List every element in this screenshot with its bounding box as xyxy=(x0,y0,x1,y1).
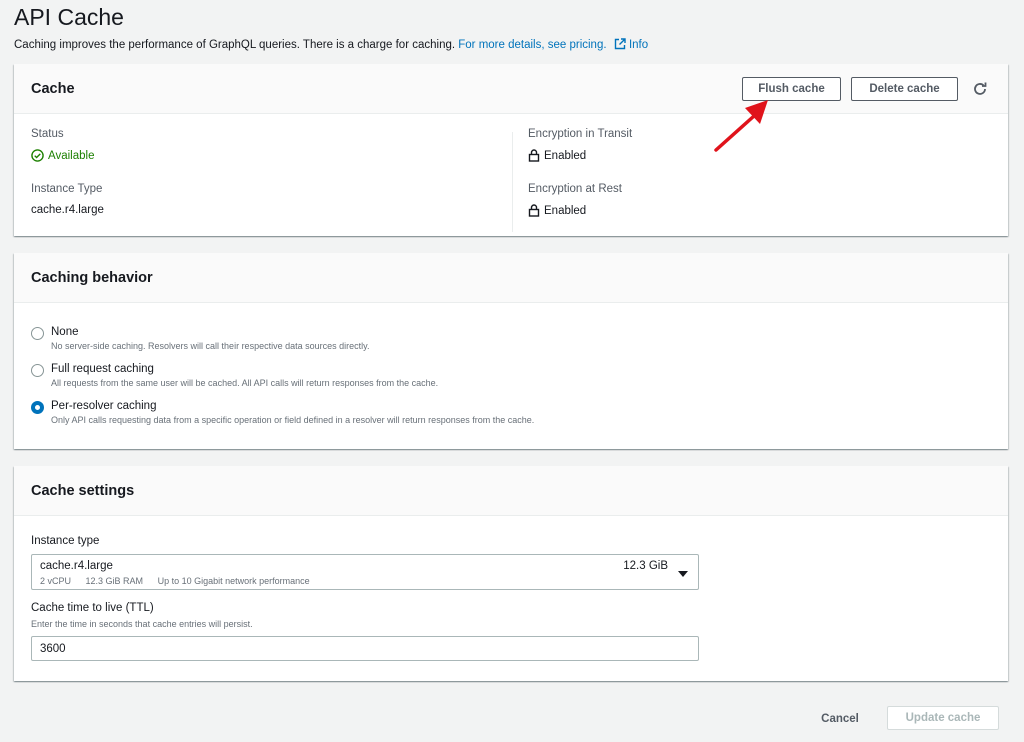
radio-button-selected[interactable] xyxy=(31,401,44,414)
instance-type-field-label: Instance type xyxy=(31,535,100,547)
encryption-transit-value: Enabled xyxy=(528,149,586,162)
lock-icon xyxy=(528,204,540,217)
annotation-arrow-icon xyxy=(712,96,772,159)
option-description: No server-side caching. Resolvers will c… xyxy=(51,341,370,351)
delete-cache-button[interactable]: Delete cache xyxy=(851,77,958,101)
cancel-button[interactable]: Cancel xyxy=(810,707,870,731)
radio-button[interactable] xyxy=(31,364,44,377)
page-description-text: Caching improves the performance of Grap… xyxy=(14,39,456,51)
encryption-rest-value: Enabled xyxy=(528,204,586,217)
caching-option-none[interactable]: None No server-side caching. Resolvers w… xyxy=(31,326,369,351)
vcpu-text: 2 vCPU xyxy=(40,576,72,586)
cache-settings-panel: Cache settings Instance type cache.r4.la… xyxy=(14,466,1008,681)
caching-behavior-panel: Caching behavior None No server-side cac… xyxy=(14,253,1008,449)
refresh-button[interactable] xyxy=(969,78,991,100)
status-value: Available xyxy=(31,149,94,162)
option-label: Full request caching xyxy=(51,363,154,375)
option-label: Per-resolver caching xyxy=(51,400,157,412)
select-size: 12.3 GiB xyxy=(623,560,668,572)
lock-icon xyxy=(528,149,540,162)
check-circle-icon xyxy=(31,149,44,162)
ttl-field-hint: Enter the time in seconds that cache ent… xyxy=(31,619,253,629)
status-value-text: Available xyxy=(48,149,95,162)
caching-option-per-resolver[interactable]: Per-resolver caching Only API calls requ… xyxy=(31,400,534,425)
select-value: cache.r4.large xyxy=(40,560,113,572)
select-details: 2 vCPU 12.3 GiB RAM Up to 10 Gigabit net… xyxy=(40,576,322,586)
update-cache-button[interactable]: Update cache xyxy=(887,706,999,730)
radio-button[interactable] xyxy=(31,327,44,340)
page-description: Caching improves the performance of Grap… xyxy=(14,38,648,53)
page-title: API Cache xyxy=(14,4,124,30)
status-label: Status xyxy=(31,128,64,140)
option-description: Only API calls requesting data from a sp… xyxy=(51,415,535,425)
cache-panel-header: Cache Flush cache Delete cache xyxy=(14,64,1008,114)
instance-type-label: Instance Type xyxy=(31,183,103,195)
encryption-transit-text: Enabled xyxy=(544,149,587,162)
cache-panel: Cache Flush cache Delete cache Status Av… xyxy=(14,64,1008,236)
caret-down-icon xyxy=(678,567,688,581)
column-divider xyxy=(512,132,513,232)
option-label: None xyxy=(51,326,79,338)
pricing-link[interactable]: For more details, see pricing. xyxy=(458,39,606,51)
cache-settings-title: Cache settings xyxy=(31,482,135,499)
cache-panel-title: Cache xyxy=(31,80,75,97)
info-link[interactable]: Info xyxy=(629,39,648,51)
refresh-icon xyxy=(974,82,987,95)
instance-type-select[interactable]: cache.r4.large 2 vCPU 12.3 GiB RAM Up to… xyxy=(31,554,699,590)
cache-settings-header: Cache settings xyxy=(14,466,1008,516)
encryption-transit-label: Encryption in Transit xyxy=(528,128,633,140)
encryption-rest-text: Enabled xyxy=(544,204,587,217)
caching-behavior-header: Caching behavior xyxy=(14,253,1008,303)
instance-type-value: cache.r4.large xyxy=(31,204,104,216)
ttl-input[interactable] xyxy=(31,636,699,661)
external-link-icon xyxy=(614,38,626,53)
ttl-field-label: Cache time to live (TTL) xyxy=(31,602,154,614)
network-text: Up to 10 Gigabit network performance xyxy=(157,576,310,586)
ram-text: 12.3 GiB RAM xyxy=(85,576,144,586)
encryption-rest-label: Encryption at Rest xyxy=(528,183,622,195)
caching-behavior-title: Caching behavior xyxy=(31,269,153,286)
caching-option-full-request[interactable]: Full request caching All requests from t… xyxy=(31,363,438,388)
option-description: All requests from the same user will be … xyxy=(51,378,439,388)
